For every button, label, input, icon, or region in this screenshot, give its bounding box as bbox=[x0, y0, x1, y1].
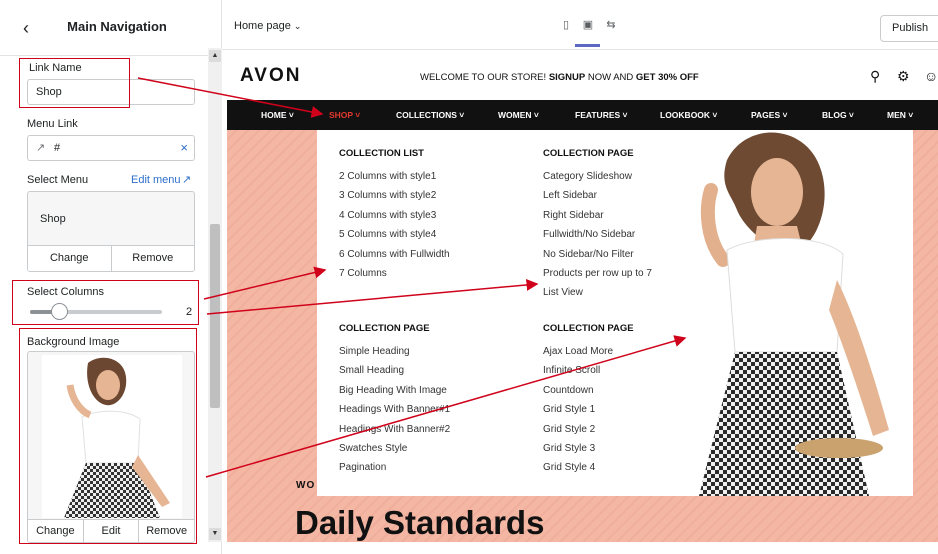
nav-item-men[interactable]: MEN ˅ bbox=[887, 110, 913, 120]
scroll-down-arrow-icon[interactable]: ▼ bbox=[209, 528, 221, 540]
mega-menu-model-image bbox=[607, 130, 913, 496]
gear-icon[interactable]: ⚙ bbox=[897, 68, 910, 85]
desktop-view-icon[interactable]: ▣ bbox=[580, 18, 596, 34]
welcome-mid: NOW AND bbox=[587, 72, 634, 83]
mega-menu-link[interactable]: List View bbox=[543, 287, 583, 298]
panel-title: Main Navigation bbox=[67, 19, 167, 34]
nav-item-home[interactable]: HOME ˅ bbox=[261, 110, 294, 120]
mega-menu-link[interactable]: Big Heading With Image bbox=[339, 385, 447, 396]
welcome-prefix: WELCOME TO OUR STORE! bbox=[420, 72, 547, 83]
store-navbar: HOME ˅ SHOP ˅ COLLECTIONS ˅ WOMEN ˅ FEAT… bbox=[227, 100, 938, 130]
nav-item-collections[interactable]: COLLECTIONS ˅ bbox=[396, 110, 464, 120]
editor-topbar: Home page ⌄ ▯ ▣ ⇆ Publish bbox=[222, 0, 938, 50]
mega-menu-link[interactable]: Pagination bbox=[339, 462, 386, 473]
mega-menu-link[interactable]: Ajax Load More bbox=[543, 346, 613, 357]
nav-item-blog[interactable]: BLOG ˅ bbox=[822, 110, 854, 120]
active-device-indicator bbox=[575, 44, 600, 47]
external-link-icon[interactable]: ↗ bbox=[182, 173, 191, 186]
mega-menu-link[interactable]: Infinite Scroll bbox=[543, 365, 600, 376]
nav-item-features[interactable]: FEATURES ˅ bbox=[575, 110, 628, 120]
selected-menu-box: Shop Change Remove bbox=[27, 191, 195, 272]
mega-menu-link[interactable]: Grid Style 3 bbox=[543, 443, 595, 454]
announcement-text: WELCOME TO OUR STORE! SIGNUP NOW AND GET… bbox=[420, 72, 699, 83]
mega-menu-link[interactable]: Grid Style 4 bbox=[543, 462, 595, 473]
remove-menu-button[interactable]: Remove bbox=[110, 246, 195, 271]
mega-menu-link[interactable]: 5 Columns with style4 bbox=[339, 229, 436, 240]
mobile-view-icon[interactable]: ▯ bbox=[558, 18, 574, 34]
mega-menu-link[interactable]: Left Sidebar bbox=[543, 190, 597, 201]
chevron-down-icon: ⌄ bbox=[293, 21, 302, 31]
nav-item-lookbook[interactable]: LOOKBOOK ˅ bbox=[660, 110, 717, 120]
mega-menu-link[interactable]: 7 Columns bbox=[339, 268, 387, 279]
mega-menu-link[interactable]: Countdown bbox=[543, 385, 594, 396]
panel-header: ‹ Main Navigation bbox=[0, 0, 208, 56]
mega-menu-link[interactable]: Headings With Banner#1 bbox=[339, 404, 450, 415]
publish-button[interactable]: Publish bbox=[880, 15, 938, 42]
scroll-up-arrow-icon[interactable]: ▲ bbox=[209, 50, 221, 62]
change-menu-button[interactable]: Change bbox=[28, 246, 111, 271]
back-arrow-icon[interactable]: ‹ bbox=[14, 16, 38, 40]
mega-menu-column-title: COLLECTION LIST bbox=[339, 148, 424, 159]
mega-menu-link[interactable]: Headings With Banner#2 bbox=[339, 424, 450, 435]
mega-menu-link[interactable]: Grid Style 2 bbox=[543, 424, 595, 435]
menu-link-value: # bbox=[54, 142, 61, 154]
mega-menu-link[interactable]: 3 Columns with style2 bbox=[339, 190, 436, 201]
edit-menu-link[interactable]: Edit menu bbox=[131, 174, 181, 186]
model-image bbox=[699, 132, 889, 496]
nav-item-women[interactable]: WOMEN ˅ bbox=[498, 110, 539, 120]
mega-menu-link[interactable]: 4 Columns with style3 bbox=[339, 210, 436, 221]
scrollbar-thumb[interactable] bbox=[210, 224, 220, 408]
offer-text: GET 30% OFF bbox=[635, 72, 699, 83]
page-selector-label: Home page bbox=[234, 20, 291, 32]
mega-menu-link[interactable]: Grid Style 1 bbox=[543, 404, 595, 415]
select-menu-label: Select Menu bbox=[27, 174, 89, 186]
store-logo[interactable]: AVON bbox=[240, 65, 301, 87]
annotation-box-link-name bbox=[19, 58, 130, 108]
annotation-box-select-columns bbox=[12, 280, 199, 325]
fullwidth-view-icon[interactable]: ⇆ bbox=[603, 18, 619, 34]
mega-menu-column-title: COLLECTION PAGE bbox=[339, 323, 430, 334]
menu-link-input[interactable]: ↗ # × bbox=[27, 135, 195, 161]
mega-menu-link[interactable]: 2 Columns with style1 bbox=[339, 171, 436, 182]
clear-icon[interactable]: × bbox=[180, 140, 188, 155]
search-icon[interactable]: ⚲ bbox=[870, 68, 880, 85]
mega-menu-link[interactable]: Swatches Style bbox=[339, 443, 407, 454]
menu-actions: Change Remove bbox=[28, 245, 194, 271]
mega-menu-link[interactable]: 6 Columns with Fullwidth bbox=[339, 249, 450, 260]
user-icon[interactable]: ☺ bbox=[924, 68, 938, 84]
hero-headline: Daily Standards bbox=[295, 504, 545, 541]
nav-item-shop[interactable]: SHOP ˅ bbox=[329, 110, 360, 120]
annotation-box-background-image bbox=[19, 328, 197, 544]
signup-link[interactable]: SIGNUP bbox=[549, 72, 585, 83]
external-link-icon: ↗ bbox=[36, 142, 46, 154]
mega-menu-link[interactable]: Small Heading bbox=[339, 365, 404, 376]
store-preview: AVON WELCOME TO OUR STORE! SIGNUP NOW AN… bbox=[227, 55, 938, 542]
selected-menu-name: Shop bbox=[40, 213, 66, 225]
mega-menu-link[interactable]: Right Sidebar bbox=[543, 210, 604, 221]
hero-small-text: WO bbox=[296, 480, 316, 491]
store-header: AVON WELCOME TO OUR STORE! SIGNUP NOW AN… bbox=[227, 55, 938, 100]
nav-item-pages[interactable]: PAGES ˅ bbox=[751, 110, 787, 120]
page-selector[interactable]: Home page ⌄ bbox=[234, 20, 301, 32]
mega-menu-link[interactable]: Simple Heading bbox=[339, 346, 410, 357]
panel-scrollbar[interactable]: ▲ ▼ bbox=[208, 48, 222, 542]
menu-link-label: Menu Link bbox=[27, 118, 78, 130]
